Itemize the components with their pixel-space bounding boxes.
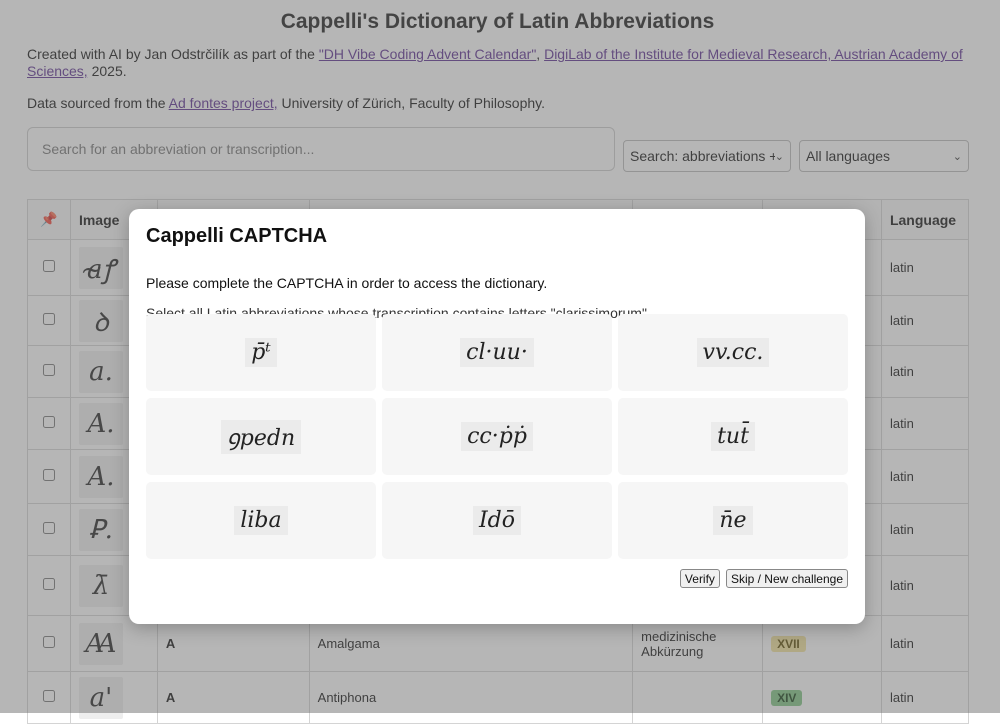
captcha-tile-grid: p̄ᵗ cl·uu· vv.cc. ꝯpedn cc·ṗṗ tut̄ liba Idō n̄e <box>146 314 849 559</box>
captcha-dialog: Cappelli CAPTCHA Please complete the CAP… <box>129 209 865 624</box>
captcha-tile[interactable]: vv.cc. <box>618 314 848 391</box>
captcha-tile[interactable]: liba <box>146 482 376 559</box>
abbreviation-image: Idō <box>472 506 522 535</box>
abbreviation-image: p̄ᵗ <box>245 338 277 367</box>
abbreviation-image: ꝯpedn <box>220 419 302 454</box>
captcha-tile[interactable]: n̄e <box>618 482 848 559</box>
captcha-tile[interactable]: tut̄ <box>618 398 848 475</box>
abbreviation-image: cl·uu· <box>460 338 534 367</box>
skip-new-challenge-button[interactable]: Skip / New challenge <box>725 569 848 588</box>
abbreviation-image: tut̄ <box>711 422 755 451</box>
captcha-title: Cappelli CAPTCHA <box>146 225 328 247</box>
captcha-tile[interactable]: cl·uu· <box>382 314 612 391</box>
captcha-actions: Verify Skip / New challenge <box>679 569 848 588</box>
captcha-intro: Please complete the CAPTCHA in order to … <box>146 275 548 291</box>
captcha-tile[interactable]: cc·ṗṗ <box>382 398 612 475</box>
abbreviation-image: n̄e <box>713 506 753 535</box>
captcha-tile[interactable]: p̄ᵗ <box>146 314 376 391</box>
abbreviation-image: vv.cc. <box>696 338 770 367</box>
abbreviation-image: cc·ṗṗ <box>461 422 533 451</box>
captcha-tile[interactable]: Idō <box>382 482 612 559</box>
captcha-tile[interactable]: ꝯpedn <box>146 398 376 475</box>
verify-button[interactable]: Verify <box>679 569 720 588</box>
abbreviation-image: liba <box>234 506 288 535</box>
